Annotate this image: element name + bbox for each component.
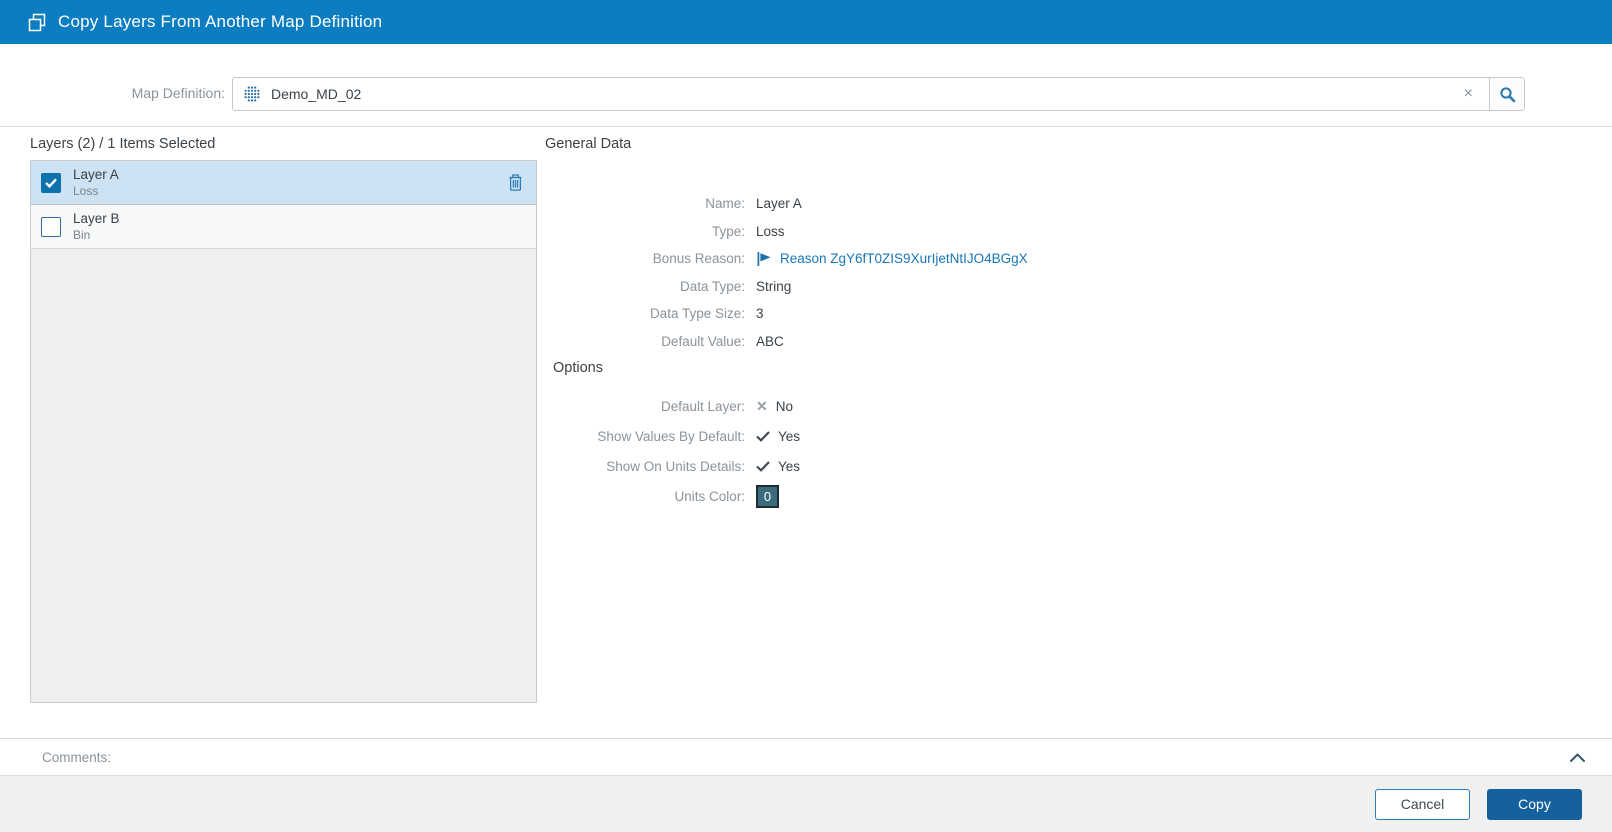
option-value: No (775, 398, 793, 414)
map-definition-value: Demo_MD_02 (271, 86, 362, 102)
layer-type: Bin (73, 228, 91, 242)
field-default-value: Default Value: ABC (545, 328, 1445, 356)
field-label: Default Value: (661, 333, 745, 349)
map-definition-wafer-icon (243, 85, 261, 103)
dialog-footer: Cancel Copy (0, 775, 1612, 832)
layer-row-layer-b[interactable]: Layer B Bin (31, 205, 536, 249)
option-show-values-by-default: Show Values By Default: Yes (545, 421, 1445, 451)
search-button[interactable] (1489, 78, 1524, 110)
field-label: Bonus Reason: (652, 251, 745, 267)
collapse-comments-button[interactable] (1569, 752, 1586, 763)
delete-layer-button[interactable] (507, 173, 524, 192)
search-icon (1499, 86, 1516, 103)
general-data-fields: Name: Layer A Type: Loss Bonus Reason: R… (545, 190, 1445, 355)
cancel-button[interactable]: Cancel (1375, 788, 1470, 820)
clear-icon[interactable]: × (1458, 84, 1479, 104)
field-label: Units Color: (674, 488, 745, 504)
content-divider (0, 126, 1612, 127)
layer-a-checkbox[interactable] (41, 172, 61, 193)
layer-type: Loss (73, 184, 99, 198)
copy-layers-icon (28, 13, 47, 32)
field-label: Name: (705, 196, 745, 212)
flag-icon (756, 251, 772, 267)
field-value: String (756, 278, 792, 294)
field-label: Show Values By Default: (597, 428, 745, 444)
map-definition-field: Demo_MD_02 × (232, 77, 1525, 111)
comments-bar: Comments: (0, 738, 1612, 775)
field-value: ABC (756, 333, 784, 349)
copy-button[interactable]: Copy (1487, 788, 1582, 820)
layer-name: Layer A (73, 167, 119, 182)
field-value: Loss (756, 223, 785, 239)
chevron-up-icon (1569, 752, 1586, 763)
field-label: Default Layer: (660, 398, 745, 414)
dialog-titlebar: Copy Layers From Another Map Definition (0, 0, 1612, 44)
check-icon (756, 460, 770, 472)
field-bonus-reason: Bonus Reason: Reason ZgY6fT0ZIS9XurIjetN… (545, 245, 1445, 273)
option-value: Yes (778, 458, 801, 474)
field-label: Show On Units Details: (606, 458, 745, 474)
map-definition-label: Map Definition: (131, 85, 225, 101)
option-show-on-units-details: Show On Units Details: Yes (545, 451, 1445, 481)
layers-list-header: Layers (2) / 1 Items Selected (30, 136, 216, 152)
option-units-color: Units Color: 0 (545, 481, 1445, 511)
field-type: Type: Loss (545, 218, 1445, 246)
layer-row-layer-a[interactable]: Layer A Loss (31, 161, 536, 205)
field-value: Layer A (756, 196, 802, 212)
options-fields: Default Layer: ✕ No Show Values By Defau… (545, 391, 1445, 511)
field-name: Name: Layer A (545, 190, 1445, 218)
general-data-title: General Data (545, 136, 632, 152)
field-label: Data Type Size: (649, 306, 745, 322)
field-label: Data Type: (679, 278, 745, 294)
field-label: Type: (711, 223, 745, 239)
option-value: Yes (778, 428, 801, 444)
units-color-swatch[interactable]: 0 (756, 484, 779, 508)
option-default-layer: Default Layer: ✕ No (545, 391, 1445, 421)
comments-label: Comments: (42, 749, 112, 765)
options-title: Options (553, 360, 603, 376)
cross-icon: ✕ (756, 397, 768, 414)
layer-name: Layer B (73, 211, 120, 226)
bonus-reason-link[interactable]: Reason ZgY6fT0ZIS9XurIjetNtIJO4BGgX (780, 251, 1028, 266)
dialog-title: Copy Layers From Another Map Definition (58, 12, 383, 31)
layer-b-checkbox[interactable] (41, 216, 61, 237)
field-data-type-size: Data Type Size: 3 (545, 300, 1445, 328)
map-definition-input[interactable]: Demo_MD_02 × (233, 78, 1489, 110)
layers-list: Layer A Loss Layer B Bin (30, 160, 537, 703)
field-value: 3 (756, 306, 764, 322)
field-data-type: Data Type: String (545, 273, 1445, 301)
check-icon (756, 430, 770, 442)
